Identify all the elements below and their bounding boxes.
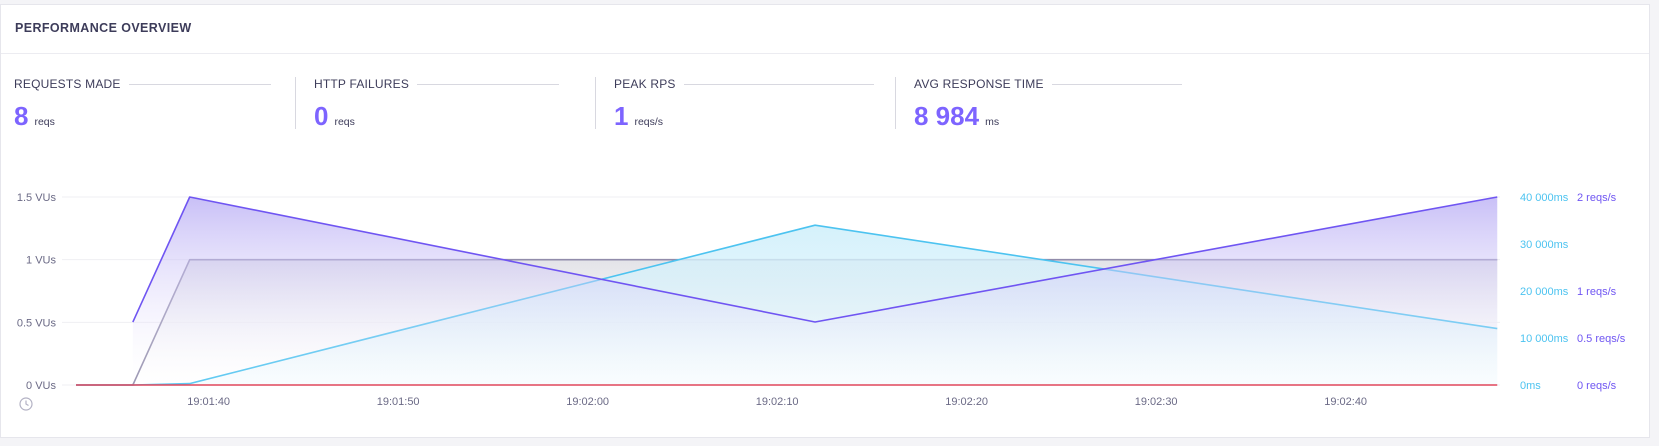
response-time-tick-label: 40 000ms [1520,192,1569,204]
response-time-tick-label: 20 000ms [1520,286,1569,298]
x-tick-label: 19:02:30 [1135,396,1178,408]
vus-tick-label: 1.5 VUs [17,192,57,204]
x-tick-label: 19:02:10 [756,396,799,408]
vus-tick-label: 0 VUs [26,380,56,392]
rps-tick-label: 2 reqs/s [1577,192,1617,204]
response-time-tick-label: 0ms [1520,380,1541,392]
x-tick-label: 19:02:20 [945,396,988,408]
rps-tick-label: 1 reqs/s [1577,286,1617,298]
clock-icon [19,397,33,411]
x-tick-label: 19:02:40 [1324,396,1367,408]
rps-tick-label: 0.5 reqs/s [1577,333,1626,345]
vus-tick-label: 1 VUs [26,255,56,267]
response-time-tick-label: 10 000ms [1520,333,1569,345]
x-tick-label: 19:01:40 [187,396,230,408]
x-tick-label: 19:01:50 [377,396,420,408]
clock-hands [25,400,29,407]
x-tick-label: 19:02:00 [566,396,609,408]
rps-tick-label: 0 reqs/s [1577,380,1617,392]
performance-chart[interactable]: 0 VUs 0.5 VUs 1 VUs 1.5 VUs 0ms 10 000ms 20 00… [0,0,1659,446]
vus-tick-label: 0.5 VUs [17,317,57,329]
response-time-tick-label: 30 000ms [1520,239,1569,251]
